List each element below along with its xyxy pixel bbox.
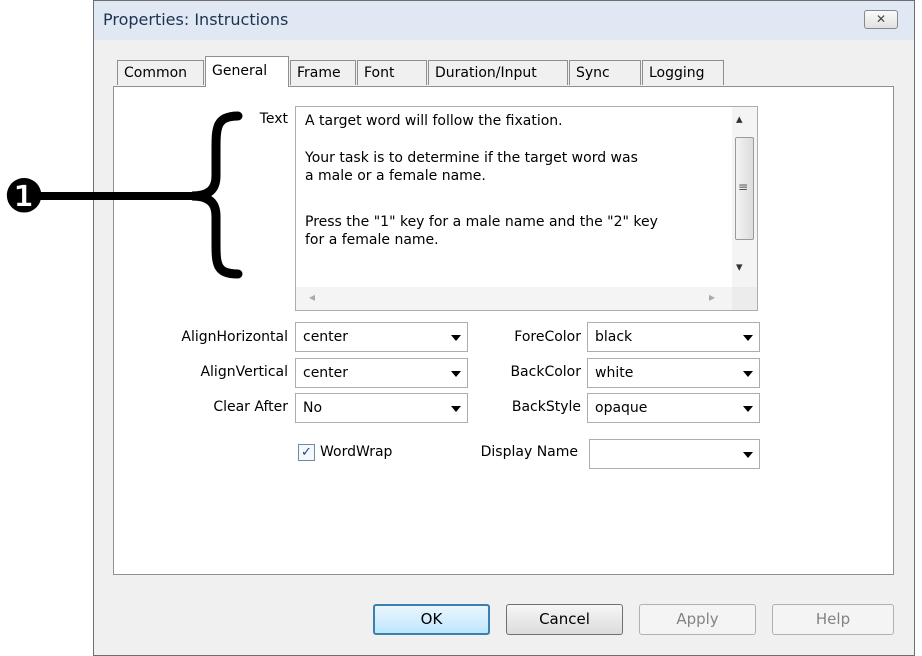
display-name-label: Display Name bbox=[480, 444, 578, 460]
scroll-up-arrow-icon[interactable]: ▴ bbox=[736, 112, 743, 127]
align-horizontal-value: center bbox=[303, 329, 349, 345]
display-name-dropdown[interactable] bbox=[589, 439, 760, 469]
text-area[interactable] bbox=[295, 106, 758, 311]
back-color-value: white bbox=[595, 365, 634, 381]
horizontal-scrollbar[interactable] bbox=[296, 287, 732, 310]
text-line: Your task is to determine if the target … bbox=[305, 150, 638, 166]
tab-general[interactable]: General bbox=[205, 56, 289, 87]
text-line: Press the "1" key for a male name and th… bbox=[305, 214, 658, 230]
dropdown-arrow-icon[interactable] bbox=[451, 371, 461, 377]
curly-brace-icon bbox=[191, 111, 243, 279]
dropdown-arrow-icon[interactable] bbox=[743, 452, 753, 458]
tab-duration-input[interactable]: Duration/Input bbox=[428, 60, 568, 85]
ok-button[interactable]: OK bbox=[373, 604, 490, 635]
grip-icon: ≡ bbox=[738, 180, 749, 194]
tab-font[interactable]: Font bbox=[357, 60, 427, 85]
fore-color-value: black bbox=[595, 329, 633, 345]
align-horizontal-dropdown[interactable]: center bbox=[295, 322, 468, 352]
scrollbar-corner bbox=[732, 287, 757, 310]
back-color-dropdown[interactable]: white bbox=[587, 358, 760, 388]
tab-sync[interactable]: Sync bbox=[569, 60, 641, 85]
text-line: A target word will follow the fixation. bbox=[305, 113, 563, 129]
clear-after-label: Clear After bbox=[213, 399, 288, 415]
scroll-down-arrow-icon[interactable]: ▾ bbox=[736, 260, 743, 275]
clear-after-dropdown[interactable]: No bbox=[295, 393, 468, 423]
help-button[interactable]: Help bbox=[772, 604, 894, 635]
dropdown-arrow-icon[interactable] bbox=[743, 371, 753, 377]
back-style-dropdown[interactable]: opaque bbox=[587, 393, 760, 423]
back-color-label: BackColor bbox=[510, 364, 581, 380]
apply-button[interactable]: Apply bbox=[639, 604, 756, 635]
align-horizontal-label: AlignHorizontal bbox=[181, 329, 288, 345]
dropdown-arrow-icon[interactable] bbox=[451, 406, 461, 412]
callout-line bbox=[40, 192, 192, 200]
tab-logging[interactable]: Logging bbox=[642, 60, 724, 85]
back-style-value: opaque bbox=[595, 400, 648, 416]
tab-frame[interactable]: Frame bbox=[290, 60, 356, 85]
text-line: for a female name. bbox=[305, 232, 439, 248]
window-title: Properties: Instructions bbox=[103, 10, 289, 29]
scroll-left-arrow-icon[interactable]: ◂ bbox=[309, 290, 315, 304]
align-vertical-value: center bbox=[303, 365, 349, 381]
dropdown-arrow-icon[interactable] bbox=[743, 406, 753, 412]
clear-after-value: No bbox=[303, 400, 323, 416]
dropdown-arrow-icon[interactable] bbox=[743, 335, 753, 341]
align-vertical-dropdown[interactable]: center bbox=[295, 358, 468, 388]
tab-common[interactable]: Common bbox=[117, 60, 204, 85]
align-vertical-label: AlignVertical bbox=[200, 364, 288, 380]
dropdown-arrow-icon[interactable] bbox=[451, 335, 461, 341]
fore-color-dropdown[interactable]: black bbox=[587, 322, 760, 352]
fore-color-label: ForeColor bbox=[514, 329, 581, 345]
text-line: a male or a female name. bbox=[305, 168, 486, 184]
scroll-right-arrow-icon[interactable]: ▸ bbox=[709, 290, 715, 304]
cancel-button[interactable]: Cancel bbox=[506, 604, 623, 635]
text-label: Text bbox=[259, 111, 288, 127]
wordwrap-label[interactable]: WordWrap bbox=[320, 444, 392, 460]
back-style-label: BackStyle bbox=[511, 399, 581, 415]
close-button[interactable]: ✕ bbox=[864, 10, 898, 29]
wordwrap-checkbox[interactable]: ✓ bbox=[298, 444, 315, 461]
